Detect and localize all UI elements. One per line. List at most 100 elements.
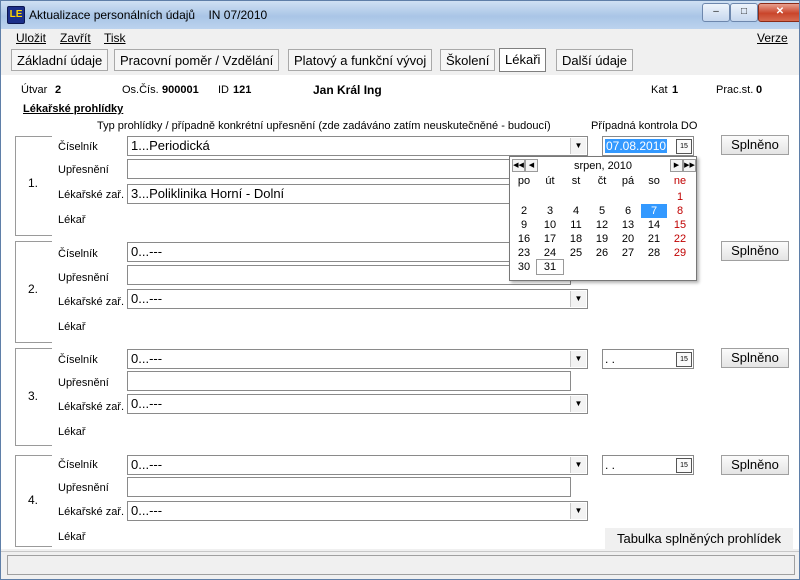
calendar-day[interactable]: 31 — [536, 259, 564, 275]
exam-4-done-button[interactable]: Splněno — [721, 455, 789, 475]
calendar-day[interactable]: 27 — [615, 246, 641, 260]
calendar-day[interactable]: 2 — [511, 204, 537, 218]
calendar-icon[interactable]: 15 — [676, 352, 692, 367]
calendar-day[interactable]: 26 — [589, 246, 615, 260]
close-icon[interactable]: ✕ — [758, 3, 799, 22]
tab-lekari[interactable]: Lékaři — [499, 48, 547, 72]
calendar-day[interactable]: 25 — [563, 246, 589, 260]
next-year-icon[interactable]: ▶▶ — [683, 159, 696, 172]
tab-dalsi-udaje[interactable]: Další údaje — [556, 49, 634, 71]
section-title: Lékařské prohlídky — [23, 103, 124, 115]
calendar-day[interactable]: 14 — [641, 218, 667, 232]
calendar-day[interactable]: 8 — [667, 204, 693, 218]
exam-4-date-input[interactable]: . . 15 — [602, 455, 694, 475]
calendar-day[interactable]: 3 — [537, 204, 563, 218]
exam-3-upresneni-input[interactable] — [127, 371, 571, 391]
chevron-down-icon[interactable]: ▼ — [570, 291, 586, 307]
exam-3-lekarske-select[interactable]: 0...--- ▼ — [127, 394, 588, 414]
id-value: 121 — [233, 84, 252, 96]
exam-2-done-button[interactable]: Splněno — [721, 241, 789, 261]
calendar-day[interactable]: 23 — [511, 246, 537, 260]
calendar-day[interactable]: 29 — [667, 246, 693, 260]
chevron-down-icon[interactable]: ▼ — [570, 351, 586, 367]
oscis-label: Os.Čís. — [122, 84, 159, 96]
calendar-day[interactable]: 24 — [537, 246, 563, 260]
calendar-day[interactable]: 11 — [563, 218, 589, 232]
calendar-day[interactable]: 13 — [615, 218, 641, 232]
weekday-header: pá — [621, 175, 635, 187]
exam-1-ciselnik-select[interactable]: 1...Periodická ▼ — [127, 136, 588, 156]
chevron-down-icon[interactable]: ▼ — [570, 396, 586, 412]
calendar-day[interactable]: 17 — [537, 232, 563, 246]
calendar-day[interactable]: 7 — [641, 204, 667, 218]
calendar-day[interactable]: 9 — [511, 218, 537, 232]
calendar-day[interactable]: 20 — [615, 232, 641, 246]
chevron-down-icon[interactable]: ▼ — [570, 503, 586, 519]
lekarske-label: Lékařské zař. — [58, 506, 125, 518]
utvar-value: 2 — [55, 84, 62, 96]
calendar-day[interactable]: 10 — [537, 218, 563, 232]
column-header: Typ prohlídky / případně konkrétní upřes… — [97, 120, 551, 132]
maximize-icon[interactable]: □ — [730, 3, 758, 22]
lekarske-label: Lékařské zař. — [58, 296, 125, 308]
calendar-day[interactable]: 19 — [589, 232, 615, 246]
exam-1-done-button[interactable]: Splněno — [721, 135, 789, 155]
exam-3-ciselnik-select[interactable]: 0...--- ▼ — [127, 349, 588, 369]
exam-3-date-input[interactable]: . . 15 — [602, 349, 694, 369]
kat-value: 1 — [672, 84, 679, 96]
calendar-day[interactable]: 18 — [563, 232, 589, 246]
kat-label: Kat — [651, 84, 668, 96]
tab-pracovni-pomer[interactable]: Pracovní poměr / Vzdělání — [114, 49, 280, 71]
calendar-day[interactable]: 21 — [641, 232, 667, 246]
calendar-day[interactable]: 5 — [589, 204, 615, 218]
exam-2-lekarske-select[interactable]: 0...--- ▼ — [127, 289, 588, 309]
exam-3-done-button[interactable]: Splněno — [721, 348, 789, 368]
menu-print[interactable]: Tisk — [104, 31, 126, 45]
calendar-day[interactable]: 22 — [667, 232, 693, 246]
menu-bar: Uložit Zavřít Tisk Verze — [1, 29, 799, 47]
calendar-day[interactable]: 6 — [615, 204, 641, 218]
exam-1-upresneni-input[interactable] — [127, 159, 571, 179]
menu-close[interactable]: Zavřít — [60, 31, 91, 45]
chevron-down-icon[interactable]: ▼ — [570, 457, 586, 473]
tab-bar: Základní údaje Pracovní poměr / Vzdělání… — [1, 47, 799, 75]
exam-4-lekarske-select[interactable]: 0...--- ▼ — [127, 501, 588, 521]
calendar-day[interactable]: 4 — [563, 204, 589, 218]
calendar-day[interactable]: 15 — [667, 218, 693, 232]
tab-skoleni[interactable]: Školení — [440, 49, 496, 71]
menu-save[interactable]: Uložit — [16, 31, 46, 45]
lekar-label: Lékař — [58, 426, 86, 438]
calendar-icon[interactable]: 15 — [676, 458, 692, 473]
weekday-header: st — [571, 175, 581, 187]
next-month-icon[interactable]: ▶ — [670, 159, 683, 172]
chevron-down-icon[interactable]: ▼ — [570, 138, 586, 154]
menu-version[interactable]: Verze — [757, 31, 788, 45]
status-bar — [1, 551, 799, 579]
exam-4-upresneni-input[interactable] — [127, 477, 571, 497]
exam-2-ciselnik-select[interactable]: 0...--- — [127, 242, 510, 262]
calendar-icon[interactable]: 15 — [676, 139, 692, 154]
calendar-day[interactable]: 12 — [589, 218, 615, 232]
tab-zakladni-udaje[interactable]: Základní údaje — [11, 49, 109, 71]
weekday-header: ne — [673, 175, 687, 187]
upresneni-label: Upřesnění — [58, 482, 109, 494]
calendar-day[interactable]: 1 — [667, 190, 693, 204]
window-title: Aktualizace personálních údajů IN 07/201… — [29, 8, 268, 22]
exam-4-ciselnik-select[interactable]: 0...--- ▼ — [127, 455, 588, 475]
tab-platovy-vyvoj[interactable]: Platový a funkční vývoj — [288, 49, 433, 71]
exam-2-upresneni-input[interactable] — [127, 265, 571, 285]
exam-1-date-input[interactable]: 07.08.2010 15 — [602, 136, 694, 156]
app-window: LE Aktualizace personálních údajů IN 07/… — [0, 0, 800, 580]
utvar-label: Útvar — [21, 84, 48, 96]
status-pane — [7, 555, 795, 575]
exam-1-lekarske-select[interactable]: 3...Poliklinika Horní - Dolní — [127, 184, 510, 204]
title-bar[interactable]: LE Aktualizace personálních údajů IN 07/… — [1, 1, 799, 29]
completed-exams-table-button[interactable]: Tabulka splněných prohlídek — [605, 528, 793, 550]
ciselnik-label: Číselník — [58, 459, 98, 471]
calendar-day[interactable]: 28 — [641, 246, 667, 260]
calendar-day[interactable]: 16 — [511, 232, 537, 246]
lekar-label: Lékař — [58, 321, 86, 333]
date-picker-popup[interactable]: ◀◀ ◀ srpen, 2010 ▶ ▶▶ po út st čt pá so ne 1 2 3 4… — [509, 156, 697, 281]
minimize-icon[interactable]: – — [702, 3, 730, 22]
calendar-day[interactable]: 30 — [511, 260, 537, 274]
